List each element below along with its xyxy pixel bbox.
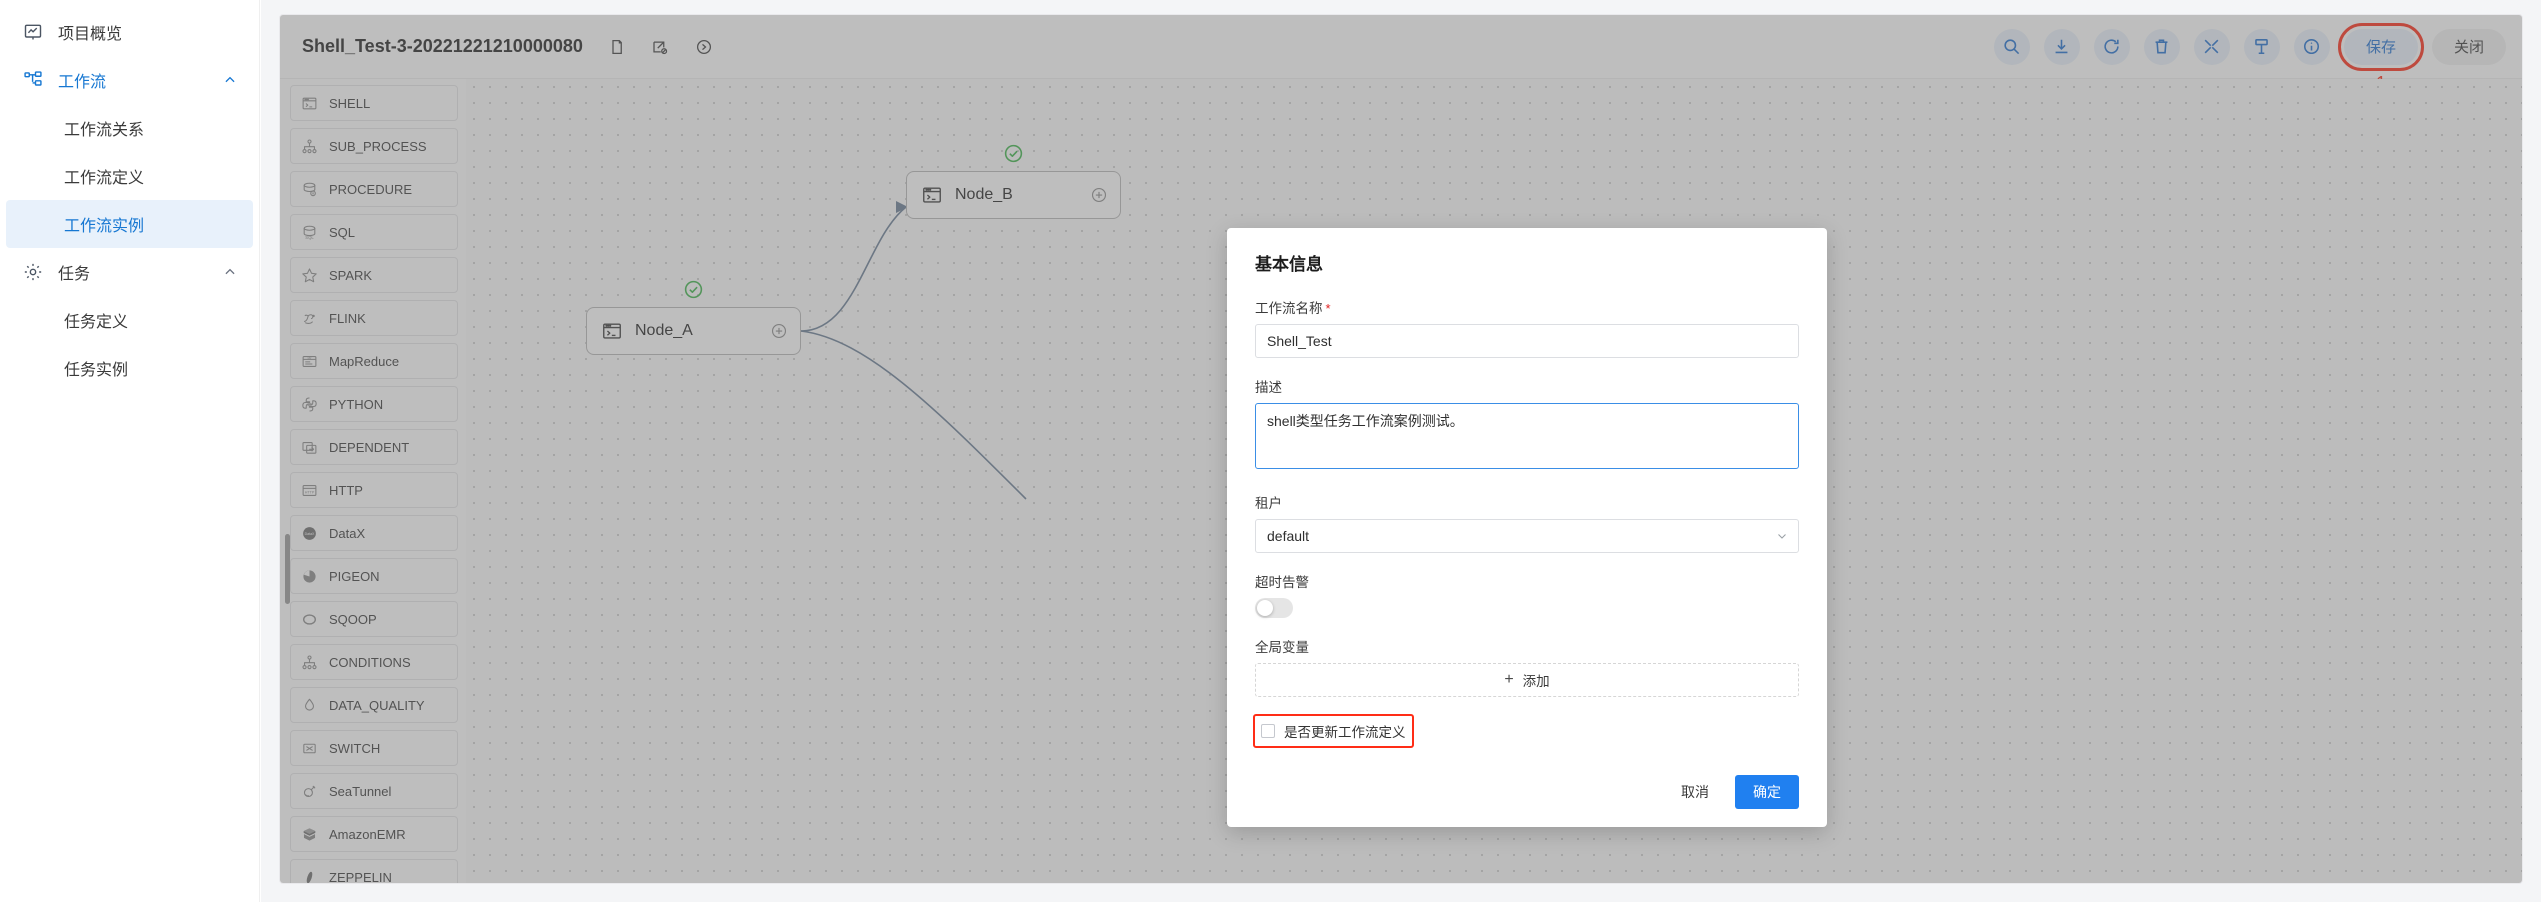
- description-label: 描述: [1255, 380, 1282, 395]
- required-marker: *: [1325, 301, 1331, 316]
- timeout-alarm-toggle[interactable]: [1255, 598, 1293, 618]
- update-definition-label: 是否更新工作流定义: [1284, 725, 1406, 740]
- sidebar-item-label: 任务: [58, 266, 91, 283]
- global-sidebar: 项目概览 工作流 工作流关系 工作流定义 工作流实例 任务 任务定义 任务实例: [0, 0, 260, 902]
- update-definition-wrapper: 是否更新工作流定义: [1253, 714, 1414, 748]
- tenant-field: 租户: [1255, 492, 1799, 553]
- sidebar-item-label: 工作流: [58, 74, 107, 91]
- dialog-footer: 取消 确定: [1255, 775, 1799, 809]
- global-variable-label: 全局变量: [1255, 640, 1309, 655]
- tenant-select-wrap: [1255, 519, 1799, 553]
- timeout-alarm-label: 超时告警: [1255, 575, 1309, 590]
- cancel-button[interactable]: 取消: [1673, 776, 1717, 808]
- add-label: 添加: [1522, 674, 1550, 689]
- sidebar-item-label: 任务定义: [64, 314, 129, 331]
- description-field: 描述 shell类型任务工作流案例测试。: [1255, 376, 1799, 474]
- dashboard-icon: [22, 21, 44, 43]
- sidebar-item-task-definition[interactable]: 任务定义: [6, 296, 253, 344]
- sidebar-item-label: 项目概览: [58, 26, 123, 43]
- update-definition-checkbox[interactable]: [1261, 724, 1275, 738]
- sidebar-item-label: 工作流定义: [64, 170, 145, 187]
- description-textarea[interactable]: shell类型任务工作流案例测试。: [1255, 403, 1799, 469]
- workflow-name-input[interactable]: [1255, 324, 1799, 358]
- chevron-up-icon[interactable]: [223, 73, 237, 87]
- workflow-name-field: 工作流名称 *: [1255, 297, 1799, 358]
- gear-icon: [22, 261, 44, 283]
- sidebar-item-label: 工作流实例: [64, 218, 145, 235]
- sidebar-item-task[interactable]: 任务: [0, 248, 259, 296]
- chevron-up-icon[interactable]: [223, 265, 237, 279]
- workflow-name-label: 工作流名称 *: [1255, 297, 1799, 317]
- sidebar-item-workflow[interactable]: 工作流: [0, 56, 259, 104]
- main-area: Shell_Test-3-20221221210000080 保存 关闭 SHE…: [261, 0, 2541, 902]
- sidebar-item-project-overview[interactable]: 项目概览: [0, 8, 259, 56]
- timeout-alarm-field: 超时告警: [1255, 571, 1799, 618]
- sidebar-item-label: 工作流关系: [64, 122, 145, 139]
- update-definition-checkbox-row[interactable]: 是否更新工作流定义: [1255, 717, 1412, 745]
- dialog-title: 基本信息: [1255, 255, 1323, 274]
- sidebar-item-workflow-relation[interactable]: 工作流关系: [6, 104, 253, 152]
- confirm-button[interactable]: 确定: [1735, 775, 1799, 809]
- workflow-icon: [22, 69, 44, 91]
- toggle-knob: [1257, 600, 1273, 616]
- add-global-variable-button[interactable]: + 添加: [1255, 663, 1799, 697]
- plus-icon: +: [1504, 671, 1514, 688]
- sidebar-item-workflow-instance[interactable]: 工作流实例: [6, 200, 253, 248]
- sidebar-item-label: 任务实例: [64, 362, 129, 379]
- workflow-name-label-text: 工作流名称: [1255, 301, 1323, 316]
- tenant-select[interactable]: [1255, 519, 1799, 553]
- sidebar-item-workflow-definition[interactable]: 工作流定义: [6, 152, 253, 200]
- tenant-label: 租户: [1255, 496, 1282, 511]
- global-variable-field: 全局变量 + 添加: [1255, 636, 1799, 697]
- app-root: 项目概览 工作流 工作流关系 工作流定义 工作流实例 任务 任务定义 任务实例 …: [0, 0, 2541, 902]
- basic-info-dialog: 基本信息 工作流名称* 描述 shell类型任务工作流案例测试。 租户: [1227, 228, 1827, 827]
- sidebar-item-task-instance[interactable]: 任务实例: [6, 344, 253, 392]
